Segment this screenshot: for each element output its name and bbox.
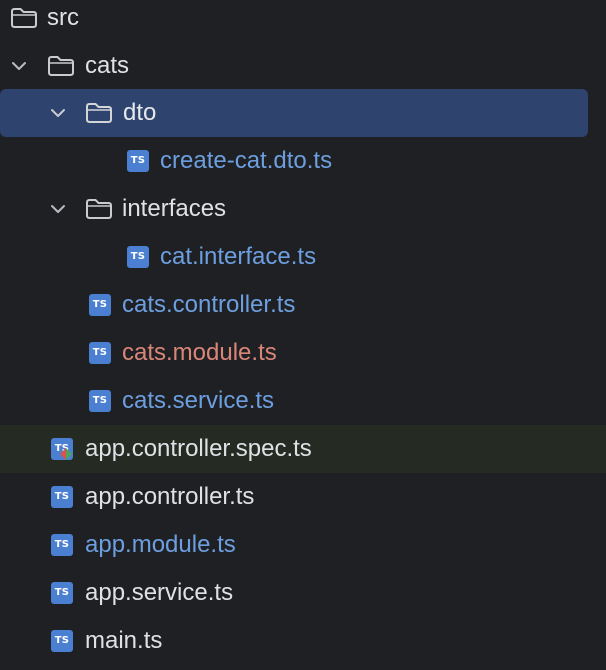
tree-item-src[interactable]: src <box>0 0 606 42</box>
typescript-file-icon: TS <box>127 246 149 268</box>
tree-item-label: main.ts <box>85 627 163 654</box>
tree-item-label: cats.controller.ts <box>122 291 296 318</box>
tree-item-app-service-ts[interactable]: TS app.service.ts <box>0 569 606 617</box>
tree-item-label: interfaces <box>122 195 227 222</box>
tree-item-label: create-cat.dto.ts <box>160 147 333 174</box>
tree-item-label: app.controller.spec.ts <box>85 435 312 462</box>
tree-item-label: cats <box>85 52 130 79</box>
tree-item-app-controller-ts[interactable]: TS app.controller.ts <box>0 473 606 521</box>
tree-item-label: cats.service.ts <box>122 387 275 414</box>
tree-item-label: app.service.ts <box>85 579 234 606</box>
typescript-file-icon: TS <box>51 534 73 556</box>
chevron-down-icon[interactable] <box>48 103 68 123</box>
tree-item-label: cats.module.ts <box>122 339 277 366</box>
tree-item-cats-module-ts[interactable]: TS cats.module.ts <box>0 329 606 377</box>
tree-item-main-ts[interactable]: TS main.ts <box>0 617 606 665</box>
tree-item-app-controller-spec-ts[interactable]: TS app.controller.spec.ts <box>0 425 606 473</box>
typescript-test-file-icon: TS <box>51 438 73 460</box>
tree-item-dto[interactable]: dto <box>0 89 606 137</box>
chevron-down-icon[interactable] <box>48 199 68 219</box>
tree-item-app-module-ts[interactable]: TS app.module.ts <box>0 521 606 569</box>
folder-icon <box>11 8 37 28</box>
folder-icon <box>86 199 112 219</box>
typescript-file-icon: TS <box>89 294 111 316</box>
typescript-file-icon: TS <box>51 486 73 508</box>
typescript-file-icon: TS <box>89 390 111 412</box>
tree-item-label: dto <box>123 99 157 126</box>
project-file-tree: src cats dto TS create-cat.dto.ts interf… <box>0 0 606 670</box>
tree-item-label: cat.interface.ts <box>160 243 317 270</box>
typescript-file-icon: TS <box>89 342 111 364</box>
folder-icon <box>86 103 112 123</box>
folder-icon <box>48 56 74 76</box>
tree-item-cats-controller-ts[interactable]: TS cats.controller.ts <box>0 281 606 329</box>
chevron-down-icon[interactable] <box>9 56 29 76</box>
tree-item-label: app.controller.ts <box>85 483 255 510</box>
tree-item-interfaces[interactable]: interfaces <box>0 185 606 233</box>
typescript-file-icon: TS <box>51 582 73 604</box>
run-test-badge-icon <box>60 448 72 460</box>
tree-item-cats[interactable]: cats <box>0 42 606 90</box>
tree-item-create-cat-dto-ts[interactable]: TS create-cat.dto.ts <box>0 137 606 185</box>
tree-item-label: src <box>47 4 79 31</box>
tree-item-label: app.module.ts <box>85 531 236 558</box>
tree-item-cats-service-ts[interactable]: TS cats.service.ts <box>0 377 606 425</box>
typescript-file-icon: TS <box>51 630 73 652</box>
tree-item-cat-interface-ts[interactable]: TS cat.interface.ts <box>0 233 606 281</box>
typescript-file-icon: TS <box>127 150 149 172</box>
